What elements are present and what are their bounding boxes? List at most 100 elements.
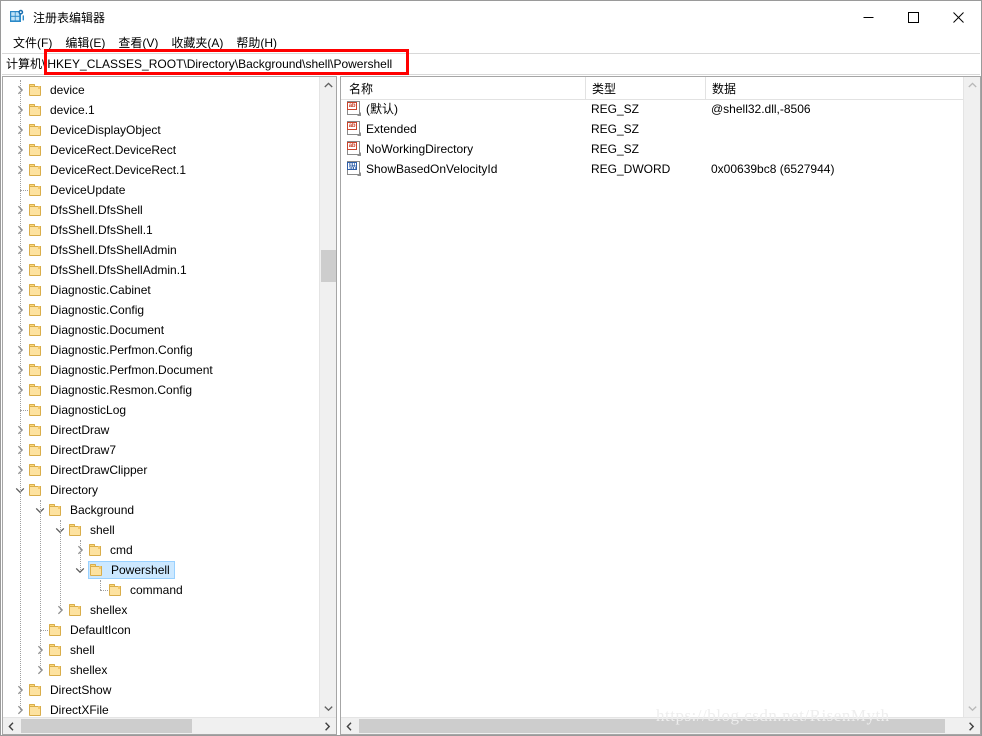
tree-item-directshow[interactable]: DirectShow [3,680,320,700]
tree-item-device[interactable]: device [3,80,320,100]
tree-item-content: shell [48,640,98,660]
maximize-button[interactable] [891,1,936,33]
tree-item-label: Powershell [111,563,170,577]
tree-item-diagnostic-cabinet[interactable]: Diagnostic.Cabinet [3,280,320,300]
tree-item-dfsshell-dfsshell-1[interactable]: DfsShell.DfsShell.1 [3,220,320,240]
tree-scroll-left-button[interactable] [3,718,20,734]
column-header-type[interactable]: 类型 [585,77,705,99]
tree-indent-spacer [3,580,92,600]
tree-item-directdrawclipper[interactable]: DirectDrawClipper [3,460,320,480]
values-vertical-scrollbar[interactable] [963,77,980,717]
folder-icon [28,460,44,480]
value-row[interactable]: 011 100 ShowBasedOnVelocityId REG_DWORD 0x00… [341,159,965,179]
tree-item-device-1[interactable]: device.1 [3,100,320,120]
tree-item-diagnostic-config[interactable]: Diagnostic.Config [3,300,320,320]
tree-item-shell[interactable]: shell [3,640,320,660]
menu-item-file[interactable]: 文件(F) [7,34,59,52]
tree-item-content: shellex [68,600,130,620]
value-row[interactable]: ab (默认) REG_SZ @shell32.dll,-8506 [341,99,965,119]
values-scroll-down-button[interactable] [964,700,980,717]
tree-item-label: Diagnostic.Document [50,323,165,337]
tree-item-defaulticon[interactable]: DefaultIcon [3,620,320,640]
folder-icon [28,280,44,300]
close-button[interactable] [936,1,981,33]
tree-vertical-scrollbar[interactable] [319,77,336,717]
dword-value-icon: 011 100 [347,161,361,176]
values-scroll-up-button[interactable] [964,77,980,94]
tree-item-diagnostic-perfmon-document[interactable]: Diagnostic.Perfmon.Document [3,360,320,380]
tree-indent-spacer [3,340,12,360]
window-controls [846,1,981,33]
tree-item-label: DfsShell.DfsShell [50,203,143,217]
values-scroll-right-button[interactable] [963,718,980,734]
column-header-data[interactable]: 数据 [705,77,965,99]
tree-item-diagnostic-perfmon-config[interactable]: Diagnostic.Perfmon.Config [3,340,320,360]
tree-item-command[interactable]: command [3,580,320,600]
column-header-name[interactable]: 名称 [341,77,585,99]
tree-item-content: DirectShow [28,680,114,700]
tree-item-content: Diagnostic.Config [28,300,147,320]
registry-tree-scroll: device device.1 DeviceDisplayObject DeviceR… [3,77,320,717]
tree-item-dfsshell-dfsshelladmin[interactable]: DfsShell.DfsShellAdmin [3,240,320,260]
tree-item-directxfile[interactable]: DirectXFile [3,700,320,717]
tree-item-content: DirectXFile [28,700,112,717]
tree-item-label: DiagnosticLog [50,403,127,417]
tree-item-shellex[interactable]: shellex [3,600,320,620]
value-row[interactable]: ab Extended REG_SZ [341,119,965,139]
tree-item-shell[interactable]: shell [3,520,320,540]
tree-item-label: DirectDraw7 [50,443,117,457]
tree-item-diagnostic-document[interactable]: Diagnostic.Document [3,320,320,340]
tree-scroll-down-button[interactable] [320,700,336,717]
tree-item-dfsshell-dfsshell[interactable]: DfsShell.DfsShell [3,200,320,220]
menu-item-view[interactable]: 查看(V) [112,34,165,52]
address-bar[interactable]: 计算机\ HKEY_CLASSES_ROOT\Directory\Backgro… [2,53,980,75]
tree-scroll-up-button[interactable] [320,77,336,94]
values-horizontal-scrollbar[interactable] [341,717,980,734]
menu-item-help[interactable]: 帮助(H) [230,34,284,52]
registry-tree-list: device device.1 DeviceDisplayObject DeviceR… [3,77,320,717]
tree-indent-spacer [3,520,52,540]
menu-item-edit[interactable]: 编辑(E) [59,34,112,52]
tree-item-label: DeviceUpdate [50,183,126,197]
tree-item-directdraw7[interactable]: DirectDraw7 [3,440,320,460]
tree-item-content: DfsShell.DfsShell.1 [28,220,156,240]
tree-item-label: device [50,83,85,97]
tree-scroll-right-button[interactable] [319,718,336,734]
values-hscroll-thumb[interactable] [359,719,945,733]
tree-item-label: DeviceRect.DeviceRect [50,143,177,157]
folder-icon [28,380,44,400]
tree-item-directory[interactable]: Directory [3,480,320,500]
tree-horizontal-scrollbar[interactable] [3,717,336,734]
value-type: REG_SZ [591,122,640,136]
values-scroll-left-button[interactable] [341,718,358,734]
tree-item-label: Diagnostic.Resmon.Config [50,383,193,397]
tree-item-devicerect-devicerect-1[interactable]: DeviceRect.DeviceRect.1 [3,160,320,180]
tree-indent-spacer [3,240,12,260]
tree-item-devicedisplayobject[interactable]: DeviceDisplayObject [3,120,320,140]
tree-item-diagnostic-resmon-config[interactable]: Diagnostic.Resmon.Config [3,380,320,400]
tree-item-cmd[interactable]: cmd [3,540,320,560]
tree-item-directdraw[interactable]: DirectDraw [3,420,320,440]
tree-item-content: DiagnosticLog [28,400,129,420]
tree-item-label: device.1 [50,103,95,117]
tree-item-content: device.1 [28,100,98,120]
tree-item-powershell[interactable]: Powershell [3,560,320,580]
tree-indent-spacer [3,660,32,680]
tree-guide-line [60,520,61,610]
value-row[interactable]: ab NoWorkingDirectory REG_SZ [341,139,965,159]
tree-scroll-thumb[interactable] [321,250,336,282]
tree-item-label: shell [90,523,115,537]
tree-item-background[interactable]: Background [3,500,320,520]
tree-item-devicerect-devicerect[interactable]: DeviceRect.DeviceRect [3,140,320,160]
tree-indent-spacer [3,540,72,560]
menu-item-favorites[interactable]: 收藏夹(A) [165,34,230,52]
tree-item-deviceupdate[interactable]: DeviceUpdate [3,180,320,200]
tree-item-shellex[interactable]: shellex [3,660,320,680]
tree-item-dfsshell-dfsshelladmin-1[interactable]: DfsShell.DfsShellAdmin.1 [3,260,320,280]
tree-hscroll-thumb[interactable] [21,719,192,733]
tree-item-label: shellex [90,603,128,617]
tree-item-content: DeviceUpdate [28,180,128,200]
minimize-button[interactable] [846,1,891,33]
tree-item-content: Diagnostic.Cabinet [28,280,154,300]
tree-item-diagnosticlog[interactable]: DiagnosticLog [3,400,320,420]
